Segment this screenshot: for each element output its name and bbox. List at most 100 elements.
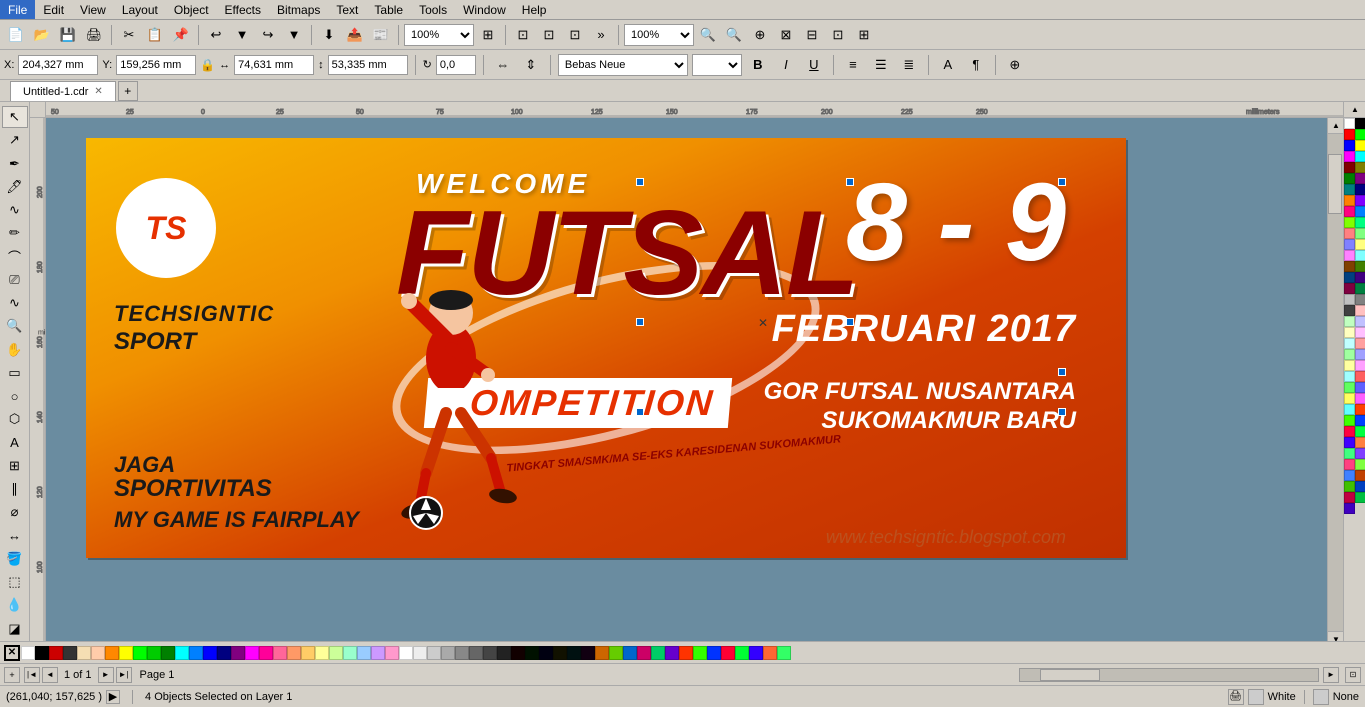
color-swatch[interactable] xyxy=(1344,261,1355,272)
color-swatch[interactable] xyxy=(1355,272,1365,283)
color-swatch[interactable] xyxy=(1355,239,1365,250)
color-swatch[interactable] xyxy=(1344,151,1355,162)
color-swatch[interactable] xyxy=(1344,140,1355,151)
menu-window[interactable]: Window xyxy=(455,0,514,19)
tool-pen[interactable]: ✏ xyxy=(2,222,28,244)
color-bar-swatch[interactable] xyxy=(525,646,539,660)
tab-close-btn[interactable]: ✕ xyxy=(94,86,102,97)
color-swatch[interactable] xyxy=(1344,195,1355,206)
color-bar-swatch[interactable] xyxy=(105,646,119,660)
color-bar-swatch[interactable] xyxy=(343,646,357,660)
color-swatch[interactable] xyxy=(1355,228,1365,239)
color-swatch[interactable] xyxy=(1344,492,1355,503)
color-bar-swatch[interactable] xyxy=(175,646,189,660)
last-page-btn[interactable]: ►| xyxy=(116,667,132,683)
color-swatch[interactable] xyxy=(1344,283,1355,294)
color-bar-swatch[interactable] xyxy=(231,646,245,660)
color-bar-swatch[interactable] xyxy=(259,646,273,660)
color-swatch[interactable] xyxy=(1344,316,1355,327)
color-swatch[interactable] xyxy=(1355,294,1365,305)
color-swatch[interactable] xyxy=(1344,459,1355,470)
tool-freehand[interactable]: ✒ xyxy=(2,153,28,175)
mirror-h[interactable]: ⇔ xyxy=(491,54,515,76)
bold-btn[interactable]: B xyxy=(746,54,770,76)
color-bar-swatch[interactable] xyxy=(623,646,637,660)
align-left[interactable]: ≡ xyxy=(841,54,865,76)
color-swatch[interactable] xyxy=(1344,426,1355,437)
color-swatch[interactable] xyxy=(1355,118,1365,129)
palette-scroll-up[interactable]: ▲ xyxy=(1344,102,1365,118)
color-bar-swatch[interactable] xyxy=(203,646,217,660)
color-bar-swatch[interactable] xyxy=(217,646,231,660)
color-swatch[interactable] xyxy=(1355,415,1365,426)
color-bar-swatch[interactable] xyxy=(441,646,455,660)
color-swatch[interactable] xyxy=(1344,184,1355,195)
color-bar-swatch[interactable] xyxy=(357,646,371,660)
redo-list[interactable]: ▼ xyxy=(282,24,306,46)
color-bar-swatch[interactable] xyxy=(777,646,791,660)
tool-subselect[interactable]: ↗ xyxy=(2,129,28,151)
color-swatch[interactable] xyxy=(1344,129,1355,140)
color-swatch[interactable] xyxy=(1344,239,1355,250)
color-swatch[interactable] xyxy=(1344,217,1355,228)
color-swatch[interactable] xyxy=(1344,338,1355,349)
color-bar-swatch[interactable] xyxy=(455,646,469,660)
zoom-all[interactable]: ⊞ xyxy=(852,24,876,46)
color-swatch[interactable] xyxy=(1344,448,1355,459)
zoom-select2[interactable]: 100% xyxy=(624,24,694,46)
color-bar-swatch[interactable] xyxy=(329,646,343,660)
color-swatch[interactable] xyxy=(1344,393,1355,404)
tool-eraser[interactable]: ⎚ xyxy=(2,269,28,291)
tool-text[interactable]: A xyxy=(2,432,28,454)
tool-smartdraw[interactable]: ∿ xyxy=(2,199,28,221)
menu-edit[interactable]: Edit xyxy=(35,0,72,19)
color-bar-swatch[interactable] xyxy=(735,646,749,660)
tool-shadow[interactable]: ◪ xyxy=(2,618,28,640)
undo-list[interactable]: ▼ xyxy=(230,24,254,46)
tool-smear[interactable]: ∿ xyxy=(2,292,28,314)
color-swatch[interactable] xyxy=(1344,173,1355,184)
tb-btn2[interactable]: ⊡ xyxy=(537,24,561,46)
menu-text[interactable]: Text xyxy=(328,0,366,19)
paste-button[interactable]: 📌 xyxy=(169,24,193,46)
zoom-in[interactable]: 🔍 xyxy=(696,24,720,46)
tool-bezier[interactable]: 🖊 xyxy=(2,176,28,198)
height-input[interactable] xyxy=(328,55,408,75)
tb-btn1[interactable]: ⊡ xyxy=(511,24,535,46)
tool-pan[interactable]: ✋ xyxy=(2,339,28,361)
redo-button[interactable]: ↪ xyxy=(256,24,280,46)
menu-object[interactable]: Object xyxy=(166,0,217,19)
color-bar-swatch[interactable] xyxy=(581,646,595,660)
color-swatch[interactable] xyxy=(1355,151,1365,162)
menu-table[interactable]: Table xyxy=(366,0,411,19)
color-swatch[interactable] xyxy=(1344,437,1355,448)
color-swatch[interactable] xyxy=(1355,371,1365,382)
color-swatch[interactable] xyxy=(1355,404,1365,415)
zoom-page[interactable]: ⊠ xyxy=(774,24,798,46)
color-swatch[interactable] xyxy=(1355,184,1365,195)
color-bar-swatch[interactable] xyxy=(245,646,259,660)
color-bar-swatch[interactable] xyxy=(511,646,525,660)
color-swatch[interactable] xyxy=(1355,349,1365,360)
color-bar-swatch[interactable] xyxy=(553,646,567,660)
color-swatch[interactable] xyxy=(1344,228,1355,239)
tool-dimension[interactable]: ↔ xyxy=(2,525,28,547)
color-swatch[interactable] xyxy=(1344,503,1355,514)
color-swatch[interactable] xyxy=(1355,140,1365,151)
color-swatch[interactable] xyxy=(1355,195,1365,206)
hscroll-btn-right[interactable]: ► xyxy=(1323,667,1339,683)
para-format[interactable]: ¶ xyxy=(964,54,988,76)
color-swatch[interactable] xyxy=(1355,448,1365,459)
vscroll-track[interactable] xyxy=(1328,134,1343,631)
color-bar-swatch[interactable] xyxy=(567,646,581,660)
open-button[interactable]: 📂 xyxy=(30,24,54,46)
color-bar-swatch[interactable] xyxy=(273,646,287,660)
no-fill-btn[interactable]: ✕ xyxy=(4,645,20,661)
underline-btn[interactable]: U xyxy=(802,54,826,76)
color-bar-swatch[interactable] xyxy=(679,646,693,660)
color-swatch[interactable] xyxy=(1344,382,1355,393)
color-swatch[interactable] xyxy=(1344,404,1355,415)
color-bar-swatch[interactable] xyxy=(721,646,735,660)
more-btn[interactable]: » xyxy=(589,24,613,46)
color-swatch[interactable] xyxy=(1344,272,1355,283)
